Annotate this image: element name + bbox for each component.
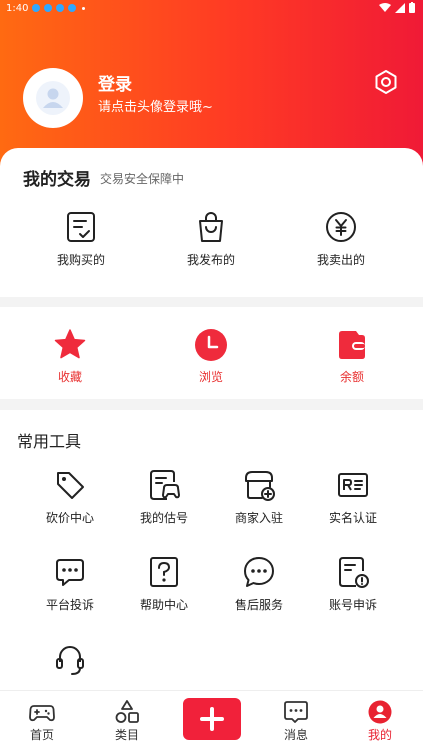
signal-icon	[395, 2, 405, 13]
headset-icon	[56, 646, 84, 675]
login-title[interactable]: 登录	[98, 70, 132, 95]
tool-label: 售后服务	[234, 598, 283, 612]
my-listings-label: 我发布的	[186, 253, 235, 267]
nav-categories[interactable]: 类目	[97, 699, 157, 743]
nav-label: 首页	[29, 728, 54, 742]
balance-button[interactable]: 余额	[302, 328, 402, 385]
tool-my-valuation[interactable]: 我的估号	[114, 468, 214, 526]
clipboard-check-icon	[67, 212, 95, 242]
more-notifications-icon	[82, 6, 85, 10]
shopping-bag-icon	[199, 212, 223, 242]
store-add-icon	[245, 471, 275, 501]
battery-icon	[409, 2, 415, 13]
yen-circle-icon	[326, 212, 356, 242]
tool-after-sales[interactable]: 售后服务	[209, 555, 309, 613]
category-icon	[115, 700, 139, 723]
balance-label: 余额	[339, 370, 364, 384]
nav-label: 消息	[283, 728, 308, 742]
tool-account-appeal[interactable]: 账号申诉	[303, 555, 403, 613]
settings-icon[interactable]	[372, 68, 400, 96]
tool-label: 商家入驻	[234, 511, 283, 525]
wallet-icon	[339, 331, 365, 359]
tool-platform-complaint[interactable]: 平台投诉	[20, 555, 120, 613]
tool-customer-service[interactable]	[20, 642, 120, 683]
notification-icon	[44, 4, 52, 12]
chat-dots-icon	[56, 559, 84, 586]
notification-icon	[56, 4, 64, 12]
nav-messages[interactable]: 消息	[266, 699, 326, 743]
tool-label: 实名认证	[328, 511, 377, 525]
notification-icon	[32, 4, 40, 12]
profile-screen: 1:40 登录 请点击头像登录哦~ 我的交易 交易安全保障中 我购买的 我发布的…	[0, 0, 423, 752]
clock-icon	[195, 329, 227, 361]
tool-label: 砍价中心	[45, 511, 94, 525]
my-sales-button[interactable]: 我卖出的	[291, 210, 391, 268]
tool-label: 帮助中心	[139, 598, 188, 612]
avatar[interactable]	[23, 68, 83, 128]
favorites-button[interactable]: 收藏	[20, 328, 120, 385]
tool-label: 账号申诉	[328, 598, 377, 612]
my-purchases-button[interactable]: 我购买的	[31, 210, 131, 268]
publish-button[interactable]	[183, 698, 241, 740]
document-alert-icon	[339, 557, 369, 588]
my-sales-label: 我卖出的	[316, 253, 365, 267]
history-label: 浏览	[198, 370, 223, 384]
notification-icons	[32, 4, 85, 12]
default-avatar-icon	[36, 81, 70, 115]
common-tools-card: 常用工具 砍价中心 我的估号 商家入驻 实名认证 平台投诉 帮助中心 售后服务 …	[0, 410, 423, 690]
quick-links-card: 收藏 浏览 余额	[0, 307, 423, 399]
user-icon	[368, 700, 392, 724]
tool-label: 我的估号	[139, 511, 188, 525]
tag-icon	[57, 472, 84, 499]
plus-icon	[200, 707, 224, 731]
nav-label: 我的	[367, 728, 392, 742]
status-bar: 1:40	[0, 0, 423, 18]
trade-security-note: 交易安全保障中	[100, 172, 185, 186]
nav-home[interactable]: 首页	[12, 699, 72, 743]
notification-icon	[68, 4, 76, 12]
tools-section-title: 常用工具	[17, 432, 82, 451]
bottom-navigation: 首页 类目 消息 我的	[0, 690, 423, 752]
tool-real-name[interactable]: 实名认证	[303, 468, 403, 526]
id-card-icon	[338, 473, 368, 497]
trade-section-title: 我的交易	[23, 170, 91, 190]
tool-bargain-center[interactable]: 砍价中心	[20, 468, 120, 526]
question-icon	[150, 557, 178, 587]
login-hint[interactable]: 请点击头像登录哦~	[98, 96, 213, 115]
system-icons	[379, 2, 415, 13]
tool-label: 平台投诉	[45, 598, 94, 612]
history-button[interactable]: 浏览	[161, 328, 261, 385]
my-purchases-label: 我购买的	[56, 253, 105, 267]
favorites-label: 收藏	[57, 370, 82, 384]
status-time: 1:40	[6, 3, 29, 14]
nav-mine[interactable]: 我的	[350, 699, 410, 743]
my-listings-button[interactable]: 我发布的	[161, 210, 261, 268]
tool-help-center[interactable]: 帮助中心	[114, 555, 214, 613]
star-icon	[54, 329, 86, 359]
gamepad-card-icon	[150, 470, 180, 500]
nav-label: 类目	[114, 728, 139, 742]
chat-bubble-icon	[244, 557, 274, 587]
wifi-icon	[379, 2, 391, 12]
message-icon	[284, 701, 308, 723]
tool-merchant-join[interactable]: 商家入驻	[209, 468, 309, 526]
my-trades-card: 我的交易 交易安全保障中 我购买的 我发布的 我卖出的	[0, 148, 423, 297]
gamepad-icon	[29, 705, 55, 722]
